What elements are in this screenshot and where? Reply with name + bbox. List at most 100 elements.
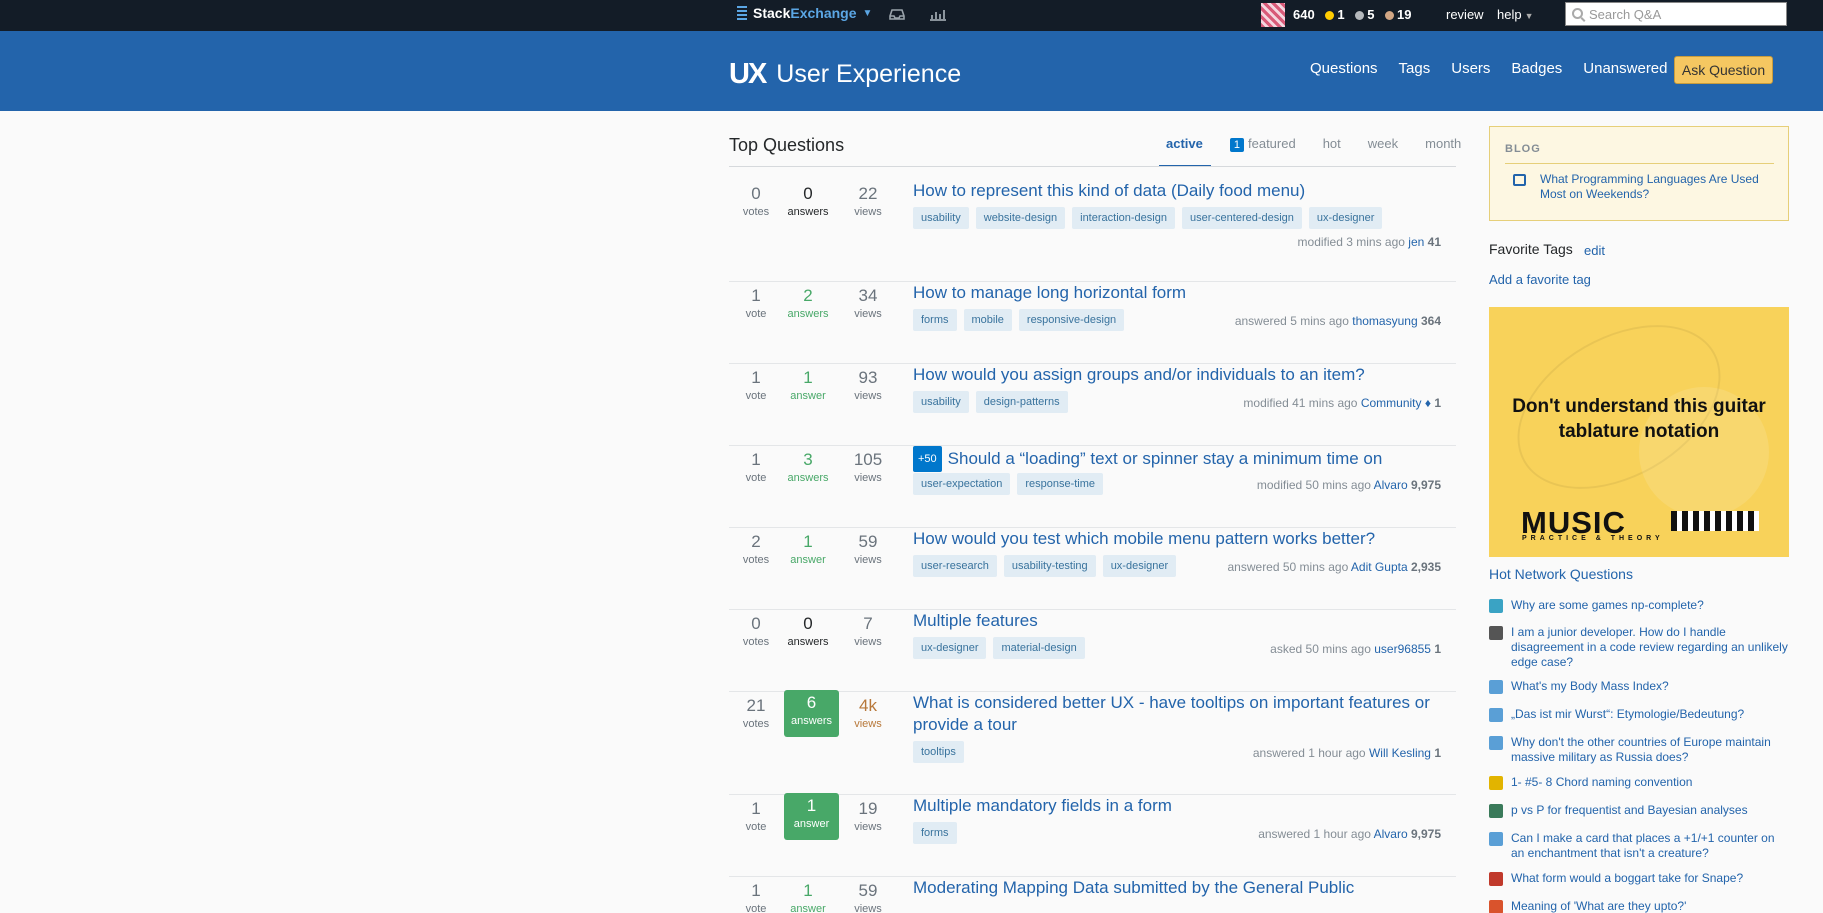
search-input[interactable]: Search Q&A [1565, 2, 1787, 26]
favorite-tags-edit-link[interactable]: edit [1584, 243, 1605, 258]
answer-label: answers [791, 715, 832, 727]
tag[interactable]: website-design [975, 207, 1066, 229]
tag[interactable]: ux-designer [913, 637, 987, 659]
nav-unanswered[interactable]: Unanswered [1583, 60, 1667, 77]
tag[interactable]: design-patterns [975, 391, 1068, 413]
advertisement[interactable]: Don't understand this guitar tablature n… [1489, 307, 1789, 557]
view-label: views [854, 206, 882, 218]
user-link[interactable]: Alvaro [1374, 478, 1408, 492]
hot-question-link[interactable]: What's my Body Mass Index? [1511, 679, 1791, 694]
avatar[interactable] [1261, 3, 1285, 27]
question-title[interactable]: What is considered better UX - have tool… [913, 692, 1443, 736]
nav-tags[interactable]: Tags [1399, 60, 1431, 77]
silver-count: 5 [1367, 7, 1375, 22]
hot-question-link[interactable]: Why don't the other countries of Europe … [1511, 735, 1791, 765]
nav-users[interactable]: Users [1451, 60, 1490, 77]
user-link[interactable]: Community ♦ [1361, 396, 1431, 410]
question-filter-tabs: active 1 featured hot week month [1158, 136, 1461, 167]
tag[interactable]: ux-designer [1308, 207, 1383, 229]
question-title[interactable]: Multiple features [913, 610, 1443, 632]
site-logo[interactable]: UX User Experience [729, 58, 961, 91]
search-icon [1572, 8, 1583, 19]
nav-questions[interactable]: Questions [1310, 60, 1378, 77]
tag[interactable]: usability [913, 391, 969, 413]
review-link[interactable]: review [1446, 7, 1484, 22]
tag-list: forms mobile responsive-design [913, 309, 1131, 331]
user-reputation[interactable]: 640 1 5 19 [1293, 7, 1412, 22]
answer-label: answers [787, 636, 829, 648]
tag[interactable]: interaction-design [1072, 207, 1175, 229]
tag[interactable]: mobile [963, 309, 1012, 331]
user-link[interactable]: Adit Gupta [1351, 560, 1408, 574]
hot-question-link[interactable]: Can I make a card that places a +1/+1 co… [1511, 831, 1791, 861]
question-title[interactable]: Moderating Mapping Data submitted by the… [913, 877, 1443, 899]
hot-question-link[interactable]: What form would a boggart take for Snape… [1511, 871, 1791, 886]
user-link[interactable]: thomasyung [1352, 314, 1417, 328]
inbox-icon[interactable] [888, 7, 906, 21]
tag[interactable]: forms [913, 309, 957, 331]
tag[interactable]: response-time [1017, 473, 1104, 495]
stackexchange-icon [737, 6, 747, 20]
view-number: 93 [858, 368, 878, 387]
tag[interactable]: user-research [913, 555, 997, 577]
vote-count: 1 vote [731, 368, 781, 402]
add-favorite-tag-link[interactable]: Add a favorite tag [1489, 272, 1591, 287]
question-meta: modified 41 mins ago Community ♦ 1 [1243, 396, 1441, 410]
question-title[interactable]: How would you assign groups and/or indiv… [913, 364, 1443, 386]
tag[interactable]: material-design [993, 637, 1085, 659]
tag[interactable]: responsive-design [1018, 309, 1125, 331]
user-rep: 2,935 [1410, 560, 1441, 574]
tag[interactable]: user-expectation [913, 473, 1011, 495]
tag[interactable]: tooltips [913, 741, 964, 763]
view-count: 22 views [843, 184, 893, 218]
tab-hot[interactable]: hot [1323, 136, 1341, 167]
tag[interactable]: usability-testing [1003, 555, 1096, 577]
question-title[interactable]: How to manage long horizontal form [913, 282, 1443, 304]
tab-featured[interactable]: 1 featured [1229, 136, 1296, 167]
answer-label: answers [787, 206, 829, 218]
vote-label: votes [742, 554, 770, 566]
vote-count: 21 votes [731, 696, 781, 730]
question-title-text: Multiple features [913, 611, 1038, 630]
answer-number: 1 [803, 881, 813, 900]
hot-question-link[interactable]: p vs P for frequentist and Bayesian anal… [1511, 803, 1791, 818]
user-link[interactable]: jen [1408, 235, 1424, 249]
tab-active[interactable]: active [1159, 136, 1211, 167]
view-label: views [854, 821, 882, 833]
question-title[interactable]: How would you test which mobile menu pat… [913, 528, 1443, 550]
tag[interactable]: ux-designer [1102, 555, 1177, 577]
stackexchange-menu[interactable]: Stack Exchange ▼ [737, 5, 872, 21]
question-title-text: Multiple mandatory fields in a form [913, 796, 1172, 815]
hot-question-link[interactable]: Meaning of 'What are they upto?' [1511, 899, 1791, 913]
nav-badges[interactable]: Badges [1511, 60, 1562, 77]
hot-question-link[interactable]: I am a junior developer. How do I handle… [1511, 625, 1791, 670]
blog-post-link[interactable]: What Programming Languages Are Used Most… [1540, 172, 1760, 202]
question-title[interactable]: How to represent this kind of data (Dail… [913, 180, 1443, 202]
user-rep: 41 [1427, 235, 1441, 249]
site-icon [1489, 776, 1503, 790]
view-count: 93 views [843, 368, 893, 402]
hot-network-questions-title[interactable]: Hot Network Questions [1489, 566, 1633, 582]
user-link[interactable]: Will Kesling [1369, 746, 1431, 760]
view-number: 22 [858, 184, 878, 203]
vote-number: 1 [751, 881, 761, 900]
tag[interactable]: user-centered-design [1181, 207, 1302, 229]
tag[interactable]: usability [913, 207, 969, 229]
tab-month[interactable]: month [1425, 136, 1461, 167]
hot-question-link[interactable]: 1- #5- 8 Chord naming convention [1511, 775, 1791, 790]
user-rep: 9,975 [1410, 827, 1441, 841]
hot-question-link[interactable]: „Das ist mir Wurst“: Etymologie/Bedeutun… [1511, 707, 1791, 722]
tab-week[interactable]: week [1368, 136, 1398, 167]
tag[interactable]: forms [913, 822, 957, 844]
site-icon [1489, 626, 1503, 640]
help-menu[interactable]: help ▼ [1497, 7, 1534, 22]
vote-label: vote [745, 390, 767, 402]
hot-question-link[interactable]: Why are some games np-complete? [1511, 598, 1791, 613]
user-link[interactable]: Alvaro [1374, 827, 1408, 841]
question-row: 1 vote 1 answer 93 views How would you assign … [729, 364, 1456, 446]
activity-text: answered 1 hour ago [1252, 746, 1366, 760]
question-title[interactable]: Multiple mandatory fields in a form [913, 795, 1443, 817]
achievements-icon[interactable] [929, 7, 947, 21]
user-link[interactable]: user96855 [1374, 642, 1431, 656]
ask-question-button[interactable]: Ask Question [1674, 56, 1773, 84]
